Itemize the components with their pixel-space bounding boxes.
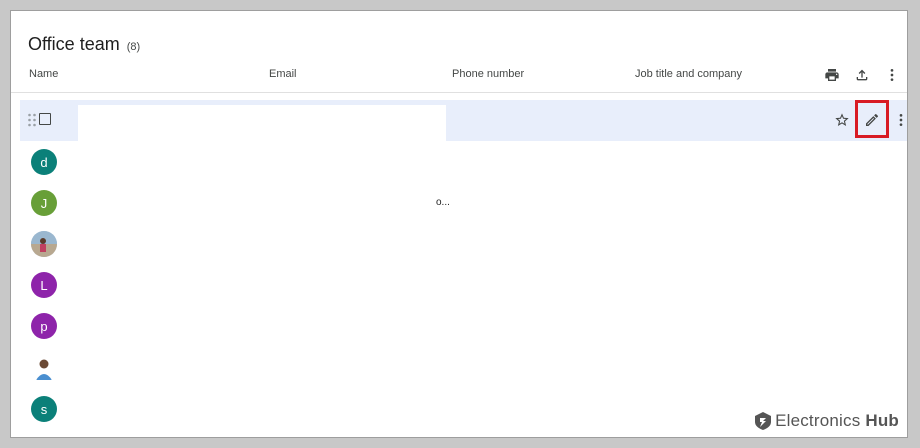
column-header-row: Name Email Phone number Job title and co… [11, 66, 907, 93]
truncated-text: o... [436, 197, 450, 208]
avatar[interactable]: J [31, 190, 57, 216]
page-title: Office team [28, 34, 120, 54]
export-icon[interactable] [853, 66, 871, 84]
selected-contact-row[interactable] [20, 100, 907, 141]
list-header: Office team (8) [28, 34, 140, 55]
drag-handle-icon[interactable] [27, 113, 37, 132]
column-name[interactable]: Name [29, 68, 58, 80]
column-phone[interactable]: Phone number [452, 68, 524, 80]
redacted-contact-details [78, 105, 446, 141]
print-icon[interactable] [823, 66, 841, 84]
row-checkbox[interactable] [39, 113, 51, 125]
watermark-text: Electronics Hub [775, 411, 899, 430]
star-icon[interactable] [833, 111, 851, 129]
avatar-photo[interactable] [31, 231, 57, 257]
more-vert-icon[interactable] [883, 66, 901, 84]
contact-count: (8) [126, 41, 141, 53]
row-more-vert-icon[interactable] [892, 111, 907, 129]
contacts-panel: Office team (8) Name Email Phone number … [10, 10, 908, 438]
avatar[interactable]: L [31, 272, 57, 298]
column-email[interactable]: Email [269, 68, 297, 80]
edit-icon[interactable] [863, 111, 881, 129]
watermark-logo: Electronics Hub [755, 411, 899, 431]
avatar[interactable]: p [31, 313, 57, 339]
electronics-hub-logo-icon [755, 412, 772, 430]
avatar[interactable]: s [31, 396, 57, 422]
avatar[interactable]: d [31, 149, 57, 175]
column-job-title[interactable]: Job title and company [635, 68, 742, 80]
avatar-photo[interactable] [31, 356, 57, 382]
